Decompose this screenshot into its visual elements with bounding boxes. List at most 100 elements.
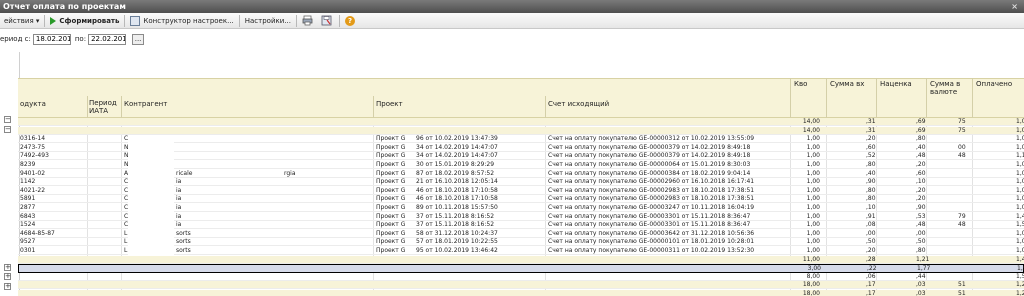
collapse-toggle[interactable]: − [4,126,11,133]
settings-button[interactable]: Настройки... [242,14,294,28]
qty-cell: 14,00 [802,126,820,134]
expand-toggle[interactable]: + [4,283,11,290]
sum-in-cell: ,91 [866,212,876,220]
invoice-cell: Счет на оплату покупателю GE-00003301 от… [548,212,751,220]
paid-cell: 1,50 [1016,272,1024,280]
table-row[interactable]: 0301 Lsorts Проект G 95 от 10.02.2019 13:46… [18,247,1024,255]
project-cell: Проект G [376,195,406,203]
window-titlebar: Отчет оплата по проектам × [0,0,1024,13]
product-cell: 1524 [20,221,36,229]
redacted-block [128,161,174,169]
counterparty-extra: sorts [176,238,191,246]
table-row[interactable]: 5891 Сia Проект G 46 от 18.10.2018 17:10:58… [18,195,1024,204]
generate-button[interactable]: Сформировать [47,14,122,28]
markup-cell: ,20 [916,186,926,194]
project-doc-cell: 30 от 15.01.2019 8:29:29 [416,161,495,168]
sum-in-cell: ,28 [866,255,876,263]
table-row[interactable]: 2877 Сia Проект G 89 от 10.11.2018 15:57:50… [18,204,1024,212]
table-row[interactable]: 0316-14 С Проект G 96 от 10.02.2019 13:47:3… [18,135,1024,144]
counterparty-extra: ia [176,186,182,194]
product-cell: 4021-22 [20,186,46,194]
group-row[interactable]: 8,00 ,06 ,44 1,50 [18,273,1024,281]
paid-cell: 1,20 [1016,290,1024,296]
table-row[interactable]: 9401-02 Аricale rgia Проект G 87 от 18.02.20… [18,169,1024,178]
constructor-button-label: Конструктор настроек... [143,16,234,25]
group-row[interactable]: 11,00 ,28 1,21 1,49 [18,255,1024,264]
project-doc-cell: 37 от 15.11.2018 8:16:52 [416,212,495,220]
period-from-input[interactable] [32,33,71,45]
sum-in-cell: ,20 [866,247,876,254]
counterparty-extra: ia [176,178,182,186]
counterparty-extra: ricale [176,169,193,177]
qty-cell: 11,00 [802,255,820,263]
table-row[interactable]: 1142 Сia Проект G 21 от 16.10.2018 12:05:14… [18,178,1024,187]
col-paid-header: Оплачено [976,80,1013,88]
toolbar-divider [295,14,297,27]
actions-menu[interactable]: ействия ▾ [1,14,42,28]
constructor-button[interactable]: Конструктор настроек... [127,14,236,28]
qty-cell: 1,00 [806,195,820,203]
counterparty-extra: ia [176,221,182,229]
period-select-button[interactable]: ... [132,33,145,45]
col-period-header: Период ИАТА [89,99,117,115]
table-row[interactable]: 4684-85-87 Lsorts Проект G 58 от 31.12.2018… [18,229,1024,238]
table-row[interactable]: 7492-493 N Проект G 34 от 14.02.2019 14:47:… [18,152,1024,161]
close-icon[interactable]: × [1011,0,1018,13]
table-row[interactable]: 1524 Сia Проект G 37 от 15.11.2018 8:16:52 С… [18,221,1024,230]
invoice-cell: Счет на оплату покупателю GE-00002983 от… [548,186,755,194]
markup-cell: ,40 [916,143,926,151]
markup-cell: ,69 [916,118,926,125]
project-cell: Проект G [376,204,406,211]
expand-toggle[interactable]: + [4,264,11,271]
expand-toggle[interactable]: + [4,273,11,280]
qty-cell: 1,00 [806,204,820,211]
paid-cell: 1,00 [1016,135,1024,143]
invoice-cell: Счет на оплату покупателю GE-00002960 от… [548,178,755,186]
markup-cell: ,60 [916,169,926,177]
constructor-icon [130,15,141,26]
total-row[interactable]: 14,00 ,31 ,69 75 1,00 [18,118,1024,126]
total-row[interactable]: 14,00 ,31 ,69 75 1,00 [18,126,1024,135]
paid-cell: 1,20 [1016,281,1024,289]
table-row[interactable]: 6843 Сia Проект G 37 от 15.11.2018 8:16:52 С… [18,212,1024,221]
qty-cell: 1,00 [806,221,820,229]
play-icon [50,16,57,25]
group-row[interactable]: 18,00 ,17 ,03 51 1,20 [18,281,1024,290]
counterparty-extra: ia [176,212,182,220]
markup-cell: ,20 [916,161,926,168]
sum-cur-cell: 48 [958,152,966,160]
redacted-block [128,152,174,161]
markup-cell: ,00 [916,229,926,237]
qty-cell: 1,00 [806,212,820,220]
invoice-cell: Счет на оплату покупателю GE-00000064 от… [548,161,751,168]
help-button[interactable]: ? [342,14,358,28]
report-spreadsheet[interactable]: − − + + + Кво Сумма вх Наценка Сумма в в… [0,52,1024,296]
header-divider [373,96,374,118]
save-button[interactable] [318,14,337,28]
table-row[interactable]: 9527 Lsorts Проект G 57 от 18.01.2019 10:22… [18,238,1024,247]
project-doc-cell: 37 от 15.11.2018 8:16:52 [416,221,495,229]
project-cell: Проект G [376,135,406,143]
header-divider [826,78,827,118]
qty-cell: 1,00 [806,229,820,237]
redacted-block [128,229,174,238]
paid-cell: 1,00 [1016,229,1024,237]
invoice-cell: Счет на оплату покупателю GE-00000384 от… [548,169,751,177]
invoice-cell: Счет на оплату покупателю GE-00000101 от… [548,238,755,246]
markup-cell: 1,21 [916,255,930,263]
table-row[interactable]: 2473-75 N Проект G 34 от 14.02.2019 14:47:0… [18,143,1024,152]
col-sum-in-header: Сумма вх [830,80,865,88]
project-cell: Проект G [376,169,406,177]
project-cell: Проект G [376,178,406,186]
project-cell: Проект G [376,152,406,160]
header-divider [972,78,973,118]
sum-in-cell: ,10 [866,204,876,211]
period-to-label: по: [74,35,87,43]
sum-cur-cell: 79 [958,212,966,220]
table-row[interactable]: 4021-22 Сia Проект G 46 от 18.10.2018 17:10… [18,186,1024,195]
group-row[interactable]: 18,00 ,17 ,03 51 1,20 [18,290,1024,296]
period-to-input[interactable] [88,33,127,45]
print-button[interactable] [299,14,318,28]
collapse-toggle[interactable]: − [4,116,11,123]
table-row[interactable]: 8239 N Проект G 30 от 15.01.2019 8:29:29 Сче… [18,161,1024,169]
